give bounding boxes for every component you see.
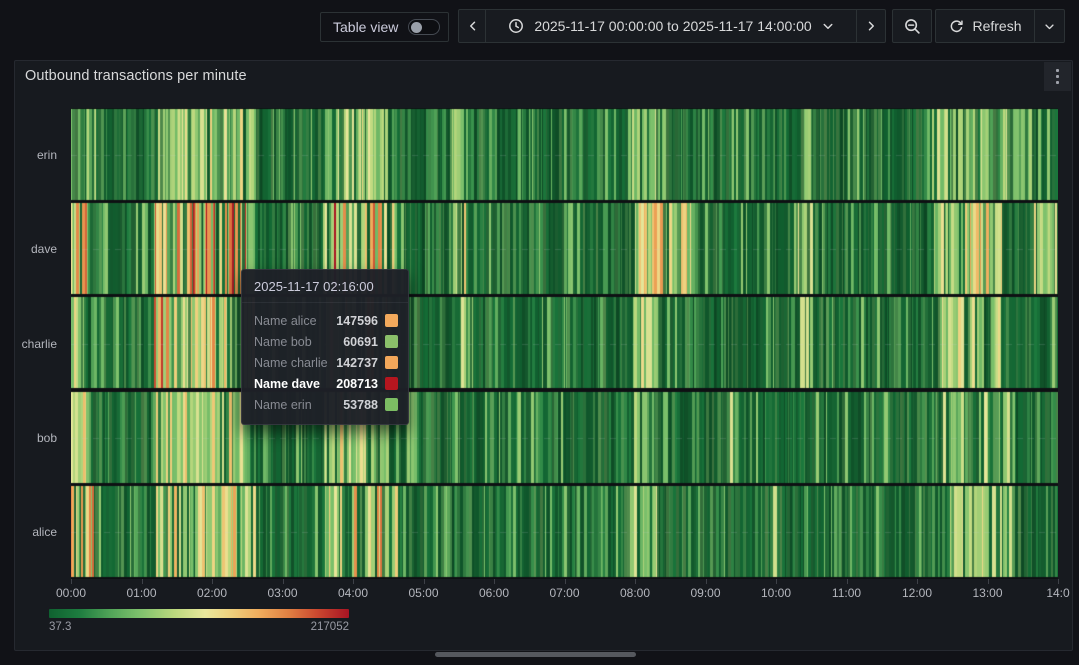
- x-axis-tick: [494, 579, 495, 584]
- tooltip-value: 208713: [336, 377, 378, 391]
- x-axis-tick: [424, 579, 425, 584]
- legend-min-label: 37.3: [49, 621, 71, 633]
- x-axis-label: 05:00: [408, 586, 438, 600]
- x-axis-tick: [212, 579, 213, 584]
- tooltip-series-label: Name dave: [254, 377, 320, 391]
- x-axis-label: 04:00: [338, 586, 368, 600]
- x-axis-label: 01:00: [126, 586, 156, 600]
- table-view-label: Table view: [333, 19, 398, 35]
- tooltip-swatch: [385, 356, 398, 369]
- x-axis-tick: [565, 579, 566, 584]
- y-axis-label-alice: alice: [15, 524, 65, 540]
- time-shift-forward-button[interactable]: [856, 9, 886, 43]
- heatmap-canvas[interactable]: [71, 108, 1058, 579]
- legend-max-label: 217052: [311, 621, 349, 633]
- x-axis-label: 12:00: [902, 586, 932, 600]
- x-axis-tick: [71, 579, 72, 584]
- x-axis-tick: [988, 579, 989, 584]
- panel-menu-button[interactable]: [1044, 62, 1071, 91]
- time-range-button[interactable]: 2025-11-17 00:00:00 to 2025-11-17 14:00:…: [485, 9, 857, 43]
- tooltip-body: Name alice 147596 Name bob 60691 Name charli…: [242, 303, 408, 424]
- tooltip-value: 53788: [343, 398, 378, 412]
- table-view-control: Table view: [320, 12, 449, 42]
- y-axis-label-bob: bob: [15, 430, 65, 446]
- refresh-icon: [949, 19, 964, 34]
- x-axis-tick: [353, 579, 354, 584]
- x-axis-tick: [142, 579, 143, 584]
- color-legend-labels: 37.3 217052: [49, 621, 349, 633]
- x-axis-label: 02:00: [197, 586, 227, 600]
- topbar: Table view 2025-11-17 00:00:00 to 2025-1…: [0, 0, 1079, 52]
- x-axis-label: 09:00: [690, 586, 720, 600]
- y-axis-label-charlie: charlie: [15, 336, 65, 352]
- zoom-out-button[interactable]: [892, 9, 932, 43]
- tooltip: 2025-11-17 02:16:00 Name alice147596Name…: [241, 269, 409, 425]
- tooltip-row: Name dave 208713: [254, 373, 398, 394]
- panel-outbound-transactions: Outbound transactions per minute erin dav…: [14, 60, 1073, 651]
- refresh-interval-dropdown[interactable]: [1034, 9, 1065, 43]
- tooltip-swatch: [385, 335, 398, 348]
- x-axis-label: 08:00: [620, 586, 650, 600]
- refresh-label: Refresh: [972, 18, 1021, 34]
- chevron-down-icon: [1044, 21, 1055, 32]
- panel-header: Outbound transactions per minute: [15, 61, 1072, 91]
- x-axis-tick: [706, 579, 707, 584]
- x-axis-label: 14:0: [1046, 586, 1069, 600]
- tooltip-swatch: [385, 398, 398, 411]
- x-axis-label: 00:00: [56, 586, 86, 600]
- x-axis-label: 06:00: [479, 586, 509, 600]
- time-range-text: 2025-11-17 00:00:00 to 2025-11-17 14:00:…: [534, 18, 811, 34]
- tooltip-series-label: Name charlie: [254, 356, 328, 370]
- chevron-left-icon: [467, 20, 479, 32]
- time-shift-back-button[interactable]: [458, 9, 487, 43]
- tooltip-row: Name erin 53788: [254, 394, 398, 415]
- x-axis-tick: [635, 579, 636, 584]
- x-axis-tick: [1058, 579, 1059, 584]
- x-axis-label: 03:00: [267, 586, 297, 600]
- chevron-down-icon: [822, 20, 834, 32]
- x-axis-tick: [917, 579, 918, 584]
- x-axis-tick: [847, 579, 848, 584]
- tooltip-swatch: [385, 314, 398, 327]
- tooltip-header: 2025-11-17 02:16:00: [242, 270, 408, 303]
- clock-icon: [508, 18, 524, 34]
- tooltip-row: Name alice 147596: [254, 310, 398, 331]
- tooltip-row: Name charlie 142737: [254, 352, 398, 373]
- toggle-knob: [411, 22, 422, 33]
- tooltip-series-label: Name bob: [254, 335, 312, 349]
- tooltip-series-label: Name erin: [254, 398, 312, 412]
- tooltip-value: 60691: [343, 335, 378, 349]
- panel-title: Outbound transactions per minute: [25, 61, 247, 91]
- x-axis-label: 07:00: [549, 586, 579, 600]
- color-legend-bar: [49, 609, 349, 618]
- x-axis-label: 13:00: [972, 586, 1002, 600]
- table-view-toggle[interactable]: [408, 19, 440, 35]
- tooltip-value: 142737: [336, 356, 378, 370]
- x-axis-tick: [776, 579, 777, 584]
- tooltip-row: Name bob 60691: [254, 331, 398, 352]
- tooltip-value: 147596: [336, 314, 378, 328]
- y-axis-label-erin: erin: [15, 147, 65, 163]
- horizontal-scrollbar-thumb[interactable]: [435, 652, 636, 657]
- x-axis-label: 10:00: [761, 586, 791, 600]
- y-axis-label-dave: dave: [15, 241, 65, 257]
- chevron-right-icon: [865, 20, 877, 32]
- refresh-button[interactable]: Refresh: [935, 9, 1036, 43]
- tooltip-swatch: [385, 377, 398, 390]
- x-axis-label: 11:00: [832, 586, 861, 600]
- x-axis-tick: [283, 579, 284, 584]
- kebab-icon: [1056, 69, 1059, 84]
- tooltip-series-label: Name alice: [254, 314, 317, 328]
- zoom-out-icon: [904, 18, 921, 35]
